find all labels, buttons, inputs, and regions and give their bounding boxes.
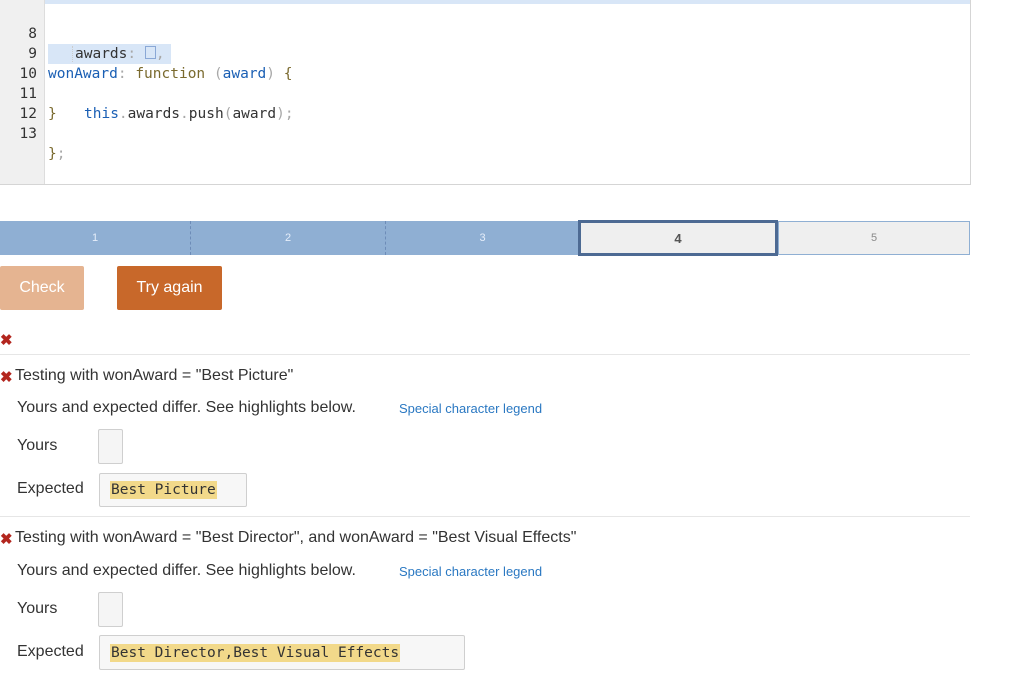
yours-output-box — [98, 429, 123, 464]
error-icon: ✖ — [0, 332, 13, 349]
test-title: Testing with wonAward = "Best Picture" — [15, 367, 294, 384]
divider — [0, 516, 970, 517]
diff-message: Yours and expected differ. See highlight… — [17, 399, 356, 416]
code-line[interactable]: 12 — [0, 84, 970, 122]
code-line[interactable]: 8 awards: , — [0, 4, 970, 64]
code-text: }; — [48, 146, 66, 162]
error-icon: ✖ — [0, 369, 13, 386]
special-character-legend-link[interactable]: Special character legend — [399, 401, 542, 416]
yours-label: Yours — [17, 437, 58, 454]
progress-segment-5[interactable]: 5 — [778, 221, 970, 255]
code-line[interactable]: 11 } — [0, 64, 970, 122]
expected-label: Expected — [17, 643, 84, 660]
error-icon: ✖ — [0, 531, 13, 548]
progress-bar: 1 2 3 4 5 — [0, 220, 970, 256]
divider — [0, 354, 970, 355]
progress-segment-2[interactable]: 2 — [191, 221, 386, 255]
progress-segment-label: 5 — [870, 232, 878, 244]
special-character-legend-link[interactable]: Special character legend — [399, 564, 542, 579]
expected-label: Expected — [17, 480, 84, 497]
try-again-button[interactable]: Try again — [117, 266, 222, 310]
progress-segment-label: 4 — [674, 230, 682, 246]
diff-message: Yours and expected differ. See highlight… — [17, 562, 356, 579]
progress-segment-1[interactable]: 1 — [0, 221, 191, 255]
progress-segment-4[interactable]: 4 — [578, 220, 778, 256]
code-line[interactable]: 9 wonAward: function (award) { — [0, 24, 970, 82]
progress-segment-label: 1 — [91, 232, 99, 244]
progress-segment-label: 2 — [284, 232, 292, 244]
yours-output-box — [98, 592, 123, 627]
expected-output-box: Best Picture — [99, 473, 247, 507]
check-button[interactable]: Check — [0, 266, 84, 310]
indent-guide — [72, 46, 74, 62]
test-title: Testing with wonAward = "Best Director",… — [15, 529, 577, 546]
progress-segment-3[interactable]: 3 — [386, 221, 579, 255]
expected-output: Best Picture — [110, 481, 217, 499]
expected-output-box: Best Director,Best Visual Effects — [99, 635, 465, 670]
expected-output: Best Director,Best Visual Effects — [110, 643, 401, 662]
progress-segment-label: 3 — [479, 232, 486, 244]
code-line[interactable]: 13 }; — [0, 104, 970, 162]
code-line[interactable]: 10 this.awards.push(award); — [0, 44, 970, 122]
code-editor[interactable]: 8 awards: , 9 wonAward: function (award)… — [0, 0, 971, 185]
yours-label: Yours — [17, 600, 58, 617]
line-number: 13 — [19, 126, 37, 142]
